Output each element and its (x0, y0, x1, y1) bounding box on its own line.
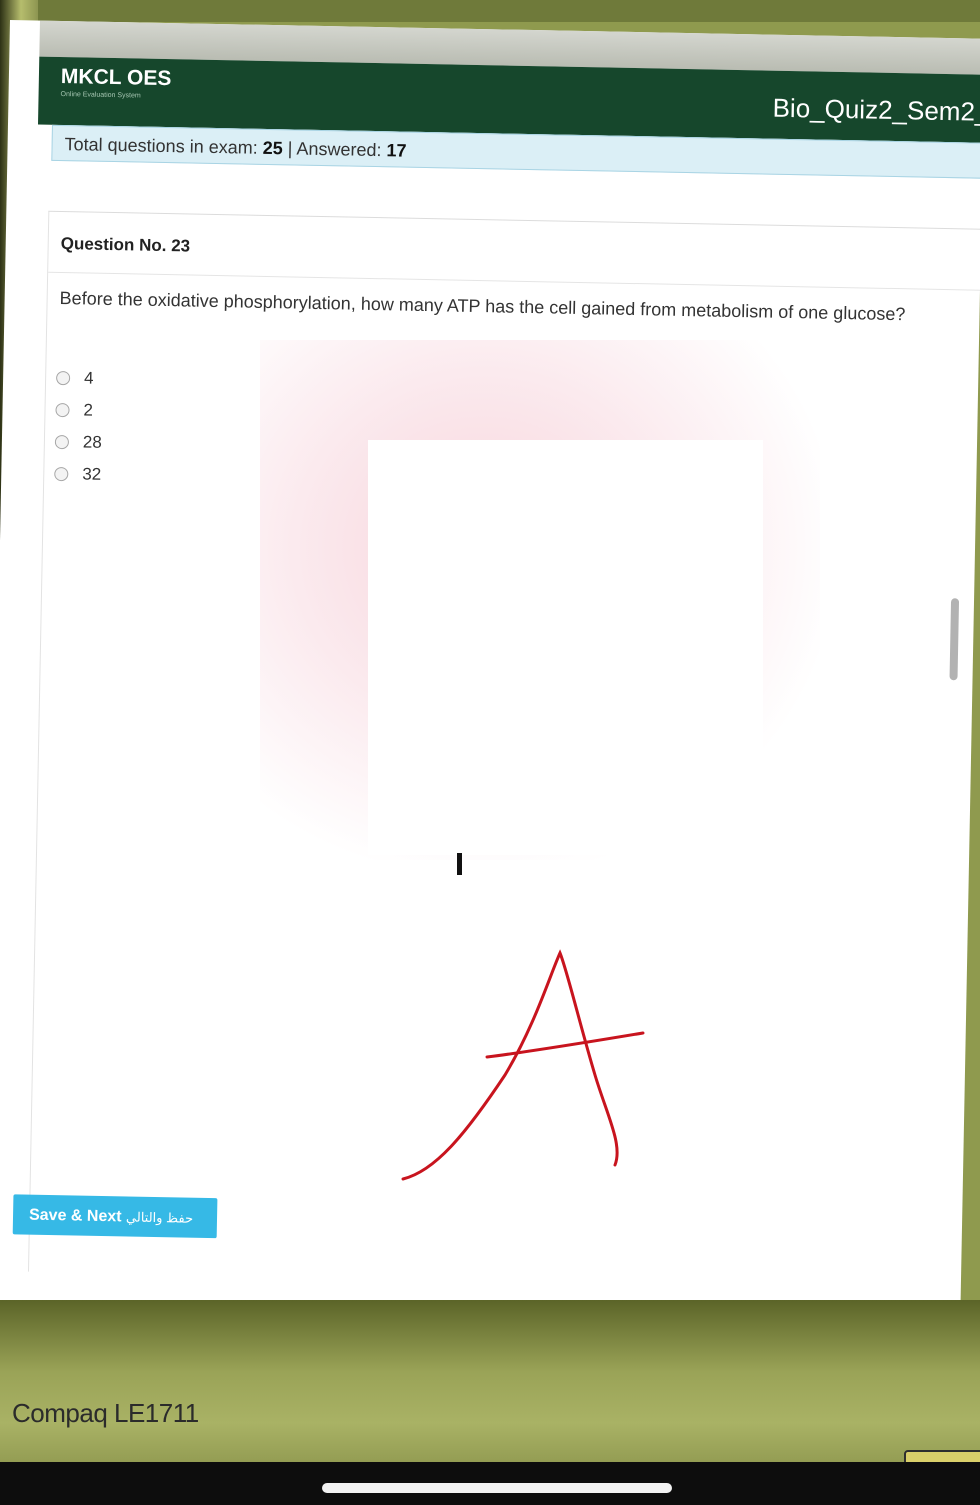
save-next-arabic-label: حفظ والتالي (125, 1209, 194, 1226)
exam-title: Bio_Quiz2_Sem2_ (772, 92, 980, 127)
option-4-radio[interactable] (54, 466, 69, 482)
monitor-bezel-top (0, 0, 980, 22)
home-indicator[interactable] (322, 1483, 672, 1493)
save-next-button[interactable]: Save & Next حفظ والتالي (12, 1194, 218, 1239)
option-3[interactable]: 28 (54, 426, 103, 459)
app-logo-subtitle: Online Evaluation System (60, 90, 141, 100)
answered-label: | Answered: (287, 138, 382, 161)
monitor-brand-label: Compaq LE1711 (12, 1398, 199, 1428)
scrollbar-thumb[interactable] (949, 598, 960, 681)
total-questions-label: Total questions in exam: (64, 134, 258, 158)
total-questions-value: 25 (262, 137, 283, 159)
option-3-label: 28 (82, 432, 103, 452)
app-logo: MKCL OES (60, 64, 172, 91)
option-4-label: 32 (82, 464, 102, 484)
option-2-label: 2 (83, 400, 94, 420)
question-number: Question No. 23 (60, 234, 191, 256)
option-3-radio[interactable] (54, 434, 70, 450)
answered-value: 17 (386, 140, 407, 161)
question-text: Before the oxidative phosphorylation, ho… (59, 288, 906, 325)
option-1-label: 4 (83, 368, 94, 388)
option-1-radio[interactable] (56, 370, 71, 386)
option-4[interactable]: 32 (54, 458, 102, 491)
save-next-label: Save & Next (28, 1206, 122, 1226)
question-divider (48, 271, 980, 291)
handwritten-letter-a (401, 949, 645, 1181)
option-2-radio[interactable] (55, 402, 70, 418)
option-2[interactable]: 2 (55, 394, 103, 427)
blank-overlay-patch (368, 440, 763, 855)
text-cursor-icon (457, 853, 462, 875)
answer-options: 4 2 28 32 (54, 362, 103, 491)
option-1[interactable]: 4 (56, 362, 104, 395)
